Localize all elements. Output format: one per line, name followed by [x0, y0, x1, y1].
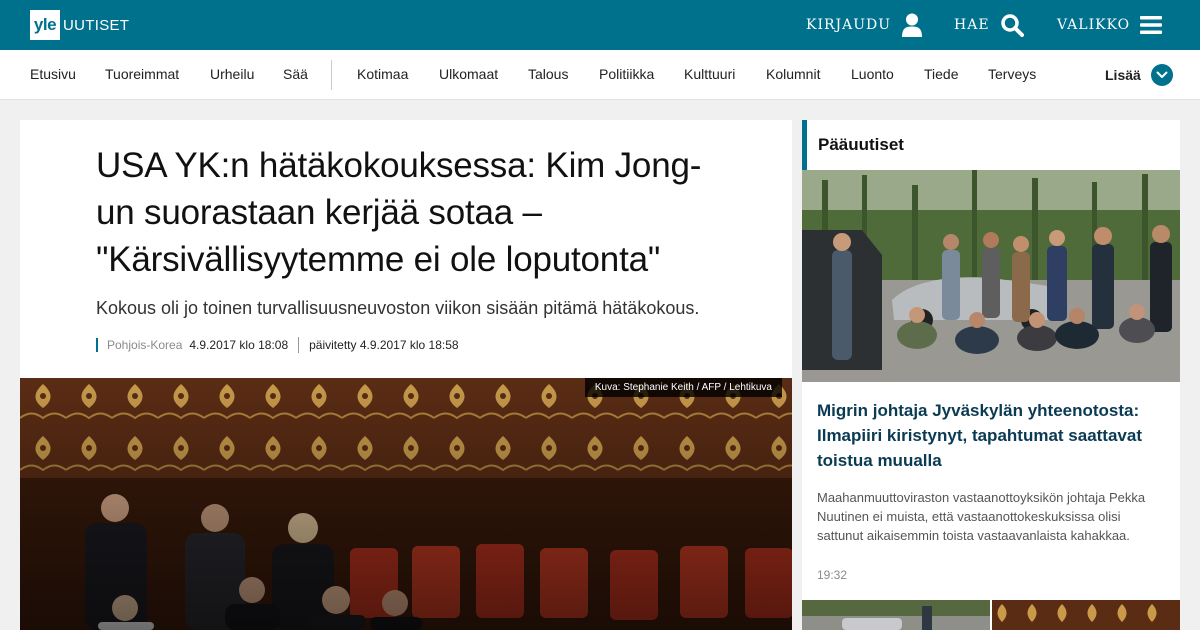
hamburger-icon [1140, 16, 1163, 34]
sidebar-story-title[interactable]: Migrin johtaja Jyväskylän yhteenotosta: … [817, 398, 1167, 473]
yle-uutiset-logo[interactable]: yle UUTISET [30, 10, 129, 40]
article-hero-image: Kuva: Stephanie Keith / AFP / Lehtikuva [20, 378, 792, 630]
nav-item-tiede[interactable]: Tiede [924, 50, 959, 100]
nav-item-urheilu[interactable]: Urheilu [210, 50, 254, 100]
nav-item-kolumnit[interactable]: Kolumnit [766, 50, 820, 100]
jyvaskyla-scene-photo [802, 170, 1180, 382]
sidebar-story-image[interactable] [802, 170, 1180, 382]
menu-button[interactable]: VALIKKO [1057, 0, 1163, 50]
user-icon [901, 13, 923, 37]
menu-label: VALIKKO [1057, 17, 1131, 33]
nav-item-etusivu[interactable]: Etusivu [30, 50, 76, 100]
search-button[interactable]: HAE [954, 0, 1024, 50]
more-label: Lisää [1105, 67, 1141, 83]
nav-item-luonto[interactable]: Luonto [851, 50, 894, 100]
sidebar-story-time: 19:32 [817, 568, 848, 582]
updated-time: päivitetty 4.9.2017 klo 18:58 [309, 338, 459, 352]
nav-item-politiikka[interactable]: Politiikka [599, 50, 654, 100]
nav-item-terveys[interactable]: Terveys [988, 50, 1036, 100]
sidebar-story-description: Maahanmuuttoviraston vastaanottoyksikön … [817, 490, 1146, 543]
sidebar-heading: Pääuutiset [818, 135, 904, 154]
uutiset-logo-text: UUTISET [63, 16, 130, 34]
nav-item-talous[interactable]: Talous [528, 50, 568, 100]
meta-divider [298, 337, 300, 353]
top-news-sidebar: Pääuutiset Migrin johtaja Jyväskylän yht… [802, 120, 1180, 630]
top-bar: yle UUTISET KIRJAUDU HAE VALIKKO [0, 0, 1200, 50]
nav-item-kotimaa[interactable]: Kotimaa [357, 50, 408, 100]
thumbnail-story-2[interactable] [992, 600, 1180, 630]
sidebar-header: Pääuutiset [802, 120, 1180, 170]
search-icon [1000, 13, 1024, 37]
login-label: KIRJAUDU [806, 17, 892, 33]
more-sections-button[interactable]: Lisää [1105, 50, 1173, 100]
image-credit: Kuva: Stephanie Keith / AFP / Lehtikuva [584, 378, 782, 397]
nav-item-saa[interactable]: Sää [283, 50, 308, 100]
chevron-down-icon [1150, 64, 1173, 86]
article-lead: Kokous oli jo toinen turvallisuusneuvost… [96, 298, 700, 318]
sidebar-thumbnails [802, 600, 1180, 630]
nav-item-tuoreimmat[interactable]: Tuoreimmat [105, 50, 179, 100]
thumbnail-story-1[interactable] [802, 600, 990, 630]
article-headline: USA YK:n hätäkokouksessa: Kim Jong-un su… [96, 146, 702, 279]
yle-logo-mark: yle [30, 10, 60, 40]
un-security-council-photo [20, 378, 792, 630]
article-card: USA YK:n hätäkokouksessa: Kim Jong-un su… [20, 120, 792, 630]
published-time: 4.9.2017 klo 18:08 [189, 338, 289, 352]
login-button[interactable]: KIRJAUDU [806, 0, 923, 50]
nav-item-ulkomaat[interactable]: Ulkomaat [439, 50, 498, 100]
article-category[interactable]: Pohjois-Korea [96, 338, 182, 352]
section-nav: Etusivu Tuoreimmat Urheilu Sää Kotimaa U… [0, 50, 1200, 100]
search-label: HAE [954, 17, 990, 33]
nav-item-kulttuuri[interactable]: Kulttuuri [684, 50, 735, 100]
article-meta: Pohjois-Korea 4.9.2017 klo 18:08 päivite… [96, 336, 459, 354]
nav-divider [331, 60, 332, 90]
